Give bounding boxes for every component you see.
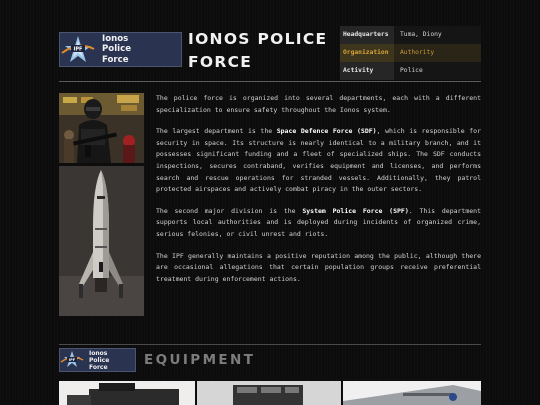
infobox-value: Tuma, Diony xyxy=(394,26,481,44)
ipf-logo: IPF Ionos Police Force xyxy=(59,32,182,67)
ipf-logo-small: IPF Ionos Police Force xyxy=(59,348,136,372)
header-divider xyxy=(59,81,481,82)
star-emblem-icon: IPF xyxy=(61,36,95,62)
sdf-term: Space Defence Force (SDF) xyxy=(276,127,377,136)
infobox-row-organization[interactable]: Organization Authority xyxy=(340,44,481,62)
infobox-row-headquarters: Headquarters Tuma, Diony xyxy=(340,26,481,44)
infobox-key: Organization xyxy=(340,44,394,62)
paragraph-reputation: The IPF generally maintains a positive r… xyxy=(156,251,481,283)
officer-image xyxy=(59,93,144,163)
infobox-value-link[interactable]: Authority xyxy=(394,44,481,62)
paragraph-text: , which is responsible for security in s… xyxy=(156,127,481,194)
paragraph-intro: The police force is organized into sever… xyxy=(156,94,481,114)
logo-line: Ionos xyxy=(89,349,108,357)
logo-line: Police xyxy=(89,356,110,364)
article-body: The police force is organized into sever… xyxy=(156,93,481,295)
spf-term: System Police Force (SPF) xyxy=(302,206,409,215)
page-header: IPF Ionos Police Force IONOS POLICE FORC… xyxy=(59,26,481,82)
page-content: IPF Ionos Police Force IONOS POLICE FORC… xyxy=(59,26,481,405)
logo-wordmark: Ionos Police Force xyxy=(102,34,131,66)
paragraph-spf: The second major division is the System … xyxy=(156,206,481,241)
ship-image xyxy=(59,166,144,316)
equipment-heading: EQUIPMENT xyxy=(144,352,256,368)
logo-line: Police xyxy=(102,44,132,55)
equipment-item-shuttle[interactable] xyxy=(343,381,481,405)
section-divider xyxy=(59,344,481,345)
infobox-key: Headquarters xyxy=(340,26,394,44)
paragraph-sdf: The largest department is the Space Defe… xyxy=(156,126,481,196)
star-emblem-icon: IPF xyxy=(60,351,84,367)
logo-line: Ionos xyxy=(102,33,129,44)
infobox: Headquarters Tuma, Diony Organization Au… xyxy=(340,26,481,80)
paragraph-text: The second major division is the xyxy=(156,206,303,215)
infobox-row-activity: Activity Police xyxy=(340,62,481,80)
paragraph-text: The largest department is the xyxy=(156,127,277,136)
logo-wordmark: Ionos Police Force xyxy=(89,350,109,371)
infobox-key: Activity xyxy=(340,62,394,80)
logo-line: Force xyxy=(89,363,108,371)
logo-badge-text: IPF xyxy=(74,47,83,53)
logo-line: Force xyxy=(102,54,129,65)
infobox-value: Police xyxy=(394,62,481,80)
equipment-item-launcher[interactable] xyxy=(197,381,341,405)
logo-badge-text: IPF xyxy=(69,358,76,362)
equipment-item-rifle[interactable] xyxy=(59,381,195,405)
